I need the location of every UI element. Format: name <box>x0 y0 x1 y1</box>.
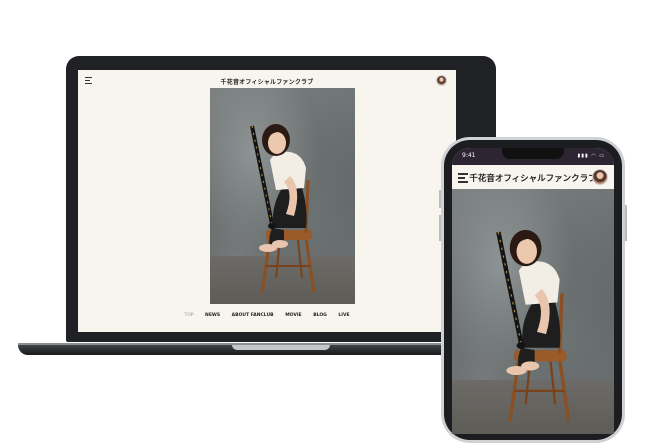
site-title[interactable]: 千花音オフィシャルファンクラブ <box>78 77 456 86</box>
hero-photo <box>210 88 355 304</box>
clarinet-player-figure <box>250 124 316 294</box>
clarinet-player-figure <box>496 229 571 422</box>
avatar[interactable] <box>436 75 447 86</box>
nav-movie[interactable]: MOVIE <box>285 313 301 318</box>
nav-blog[interactable]: BLOG <box>313 313 327 318</box>
nav-news[interactable]: NEWS <box>205 313 220 318</box>
site-title[interactable]: 千花音オフィシャルファンクラブ <box>452 172 614 184</box>
phone-notch <box>502 148 564 159</box>
status-bar: 9:41 ▮▮▮ ◠ ▭ <box>452 148 614 165</box>
hero-photo <box>452 189 614 434</box>
mobile-header: 千花音オフィシャルファンクラブ <box>452 165 614 189</box>
desktop-site-screen: 千花音オフィシャルファンクラブ TOP NEWS ABOUT FANCLUB M… <box>78 70 456 332</box>
nav-top[interactable]: TOP <box>184 313 193 318</box>
laptop-notch <box>232 345 330 350</box>
avatar[interactable] <box>592 169 608 185</box>
status-time: 9:41 <box>462 152 476 159</box>
mobile-site-screen: 9:41 ▮▮▮ ◠ ▭ 千花音オフィシャルファンクラブ <box>452 148 614 434</box>
laptop-mockup: 千花音オフィシャルファンクラブ TOP NEWS ABOUT FANCLUB M… <box>66 56 496 342</box>
nav-live[interactable]: LIVE <box>338 313 349 318</box>
nav-about-fanclub[interactable]: ABOUT FANCLUB <box>232 313 274 318</box>
status-icons: ▮▮▮ ◠ ▭ <box>577 153 605 159</box>
main-nav: TOP NEWS ABOUT FANCLUB MOVIE BLOG LIVE <box>78 313 456 318</box>
